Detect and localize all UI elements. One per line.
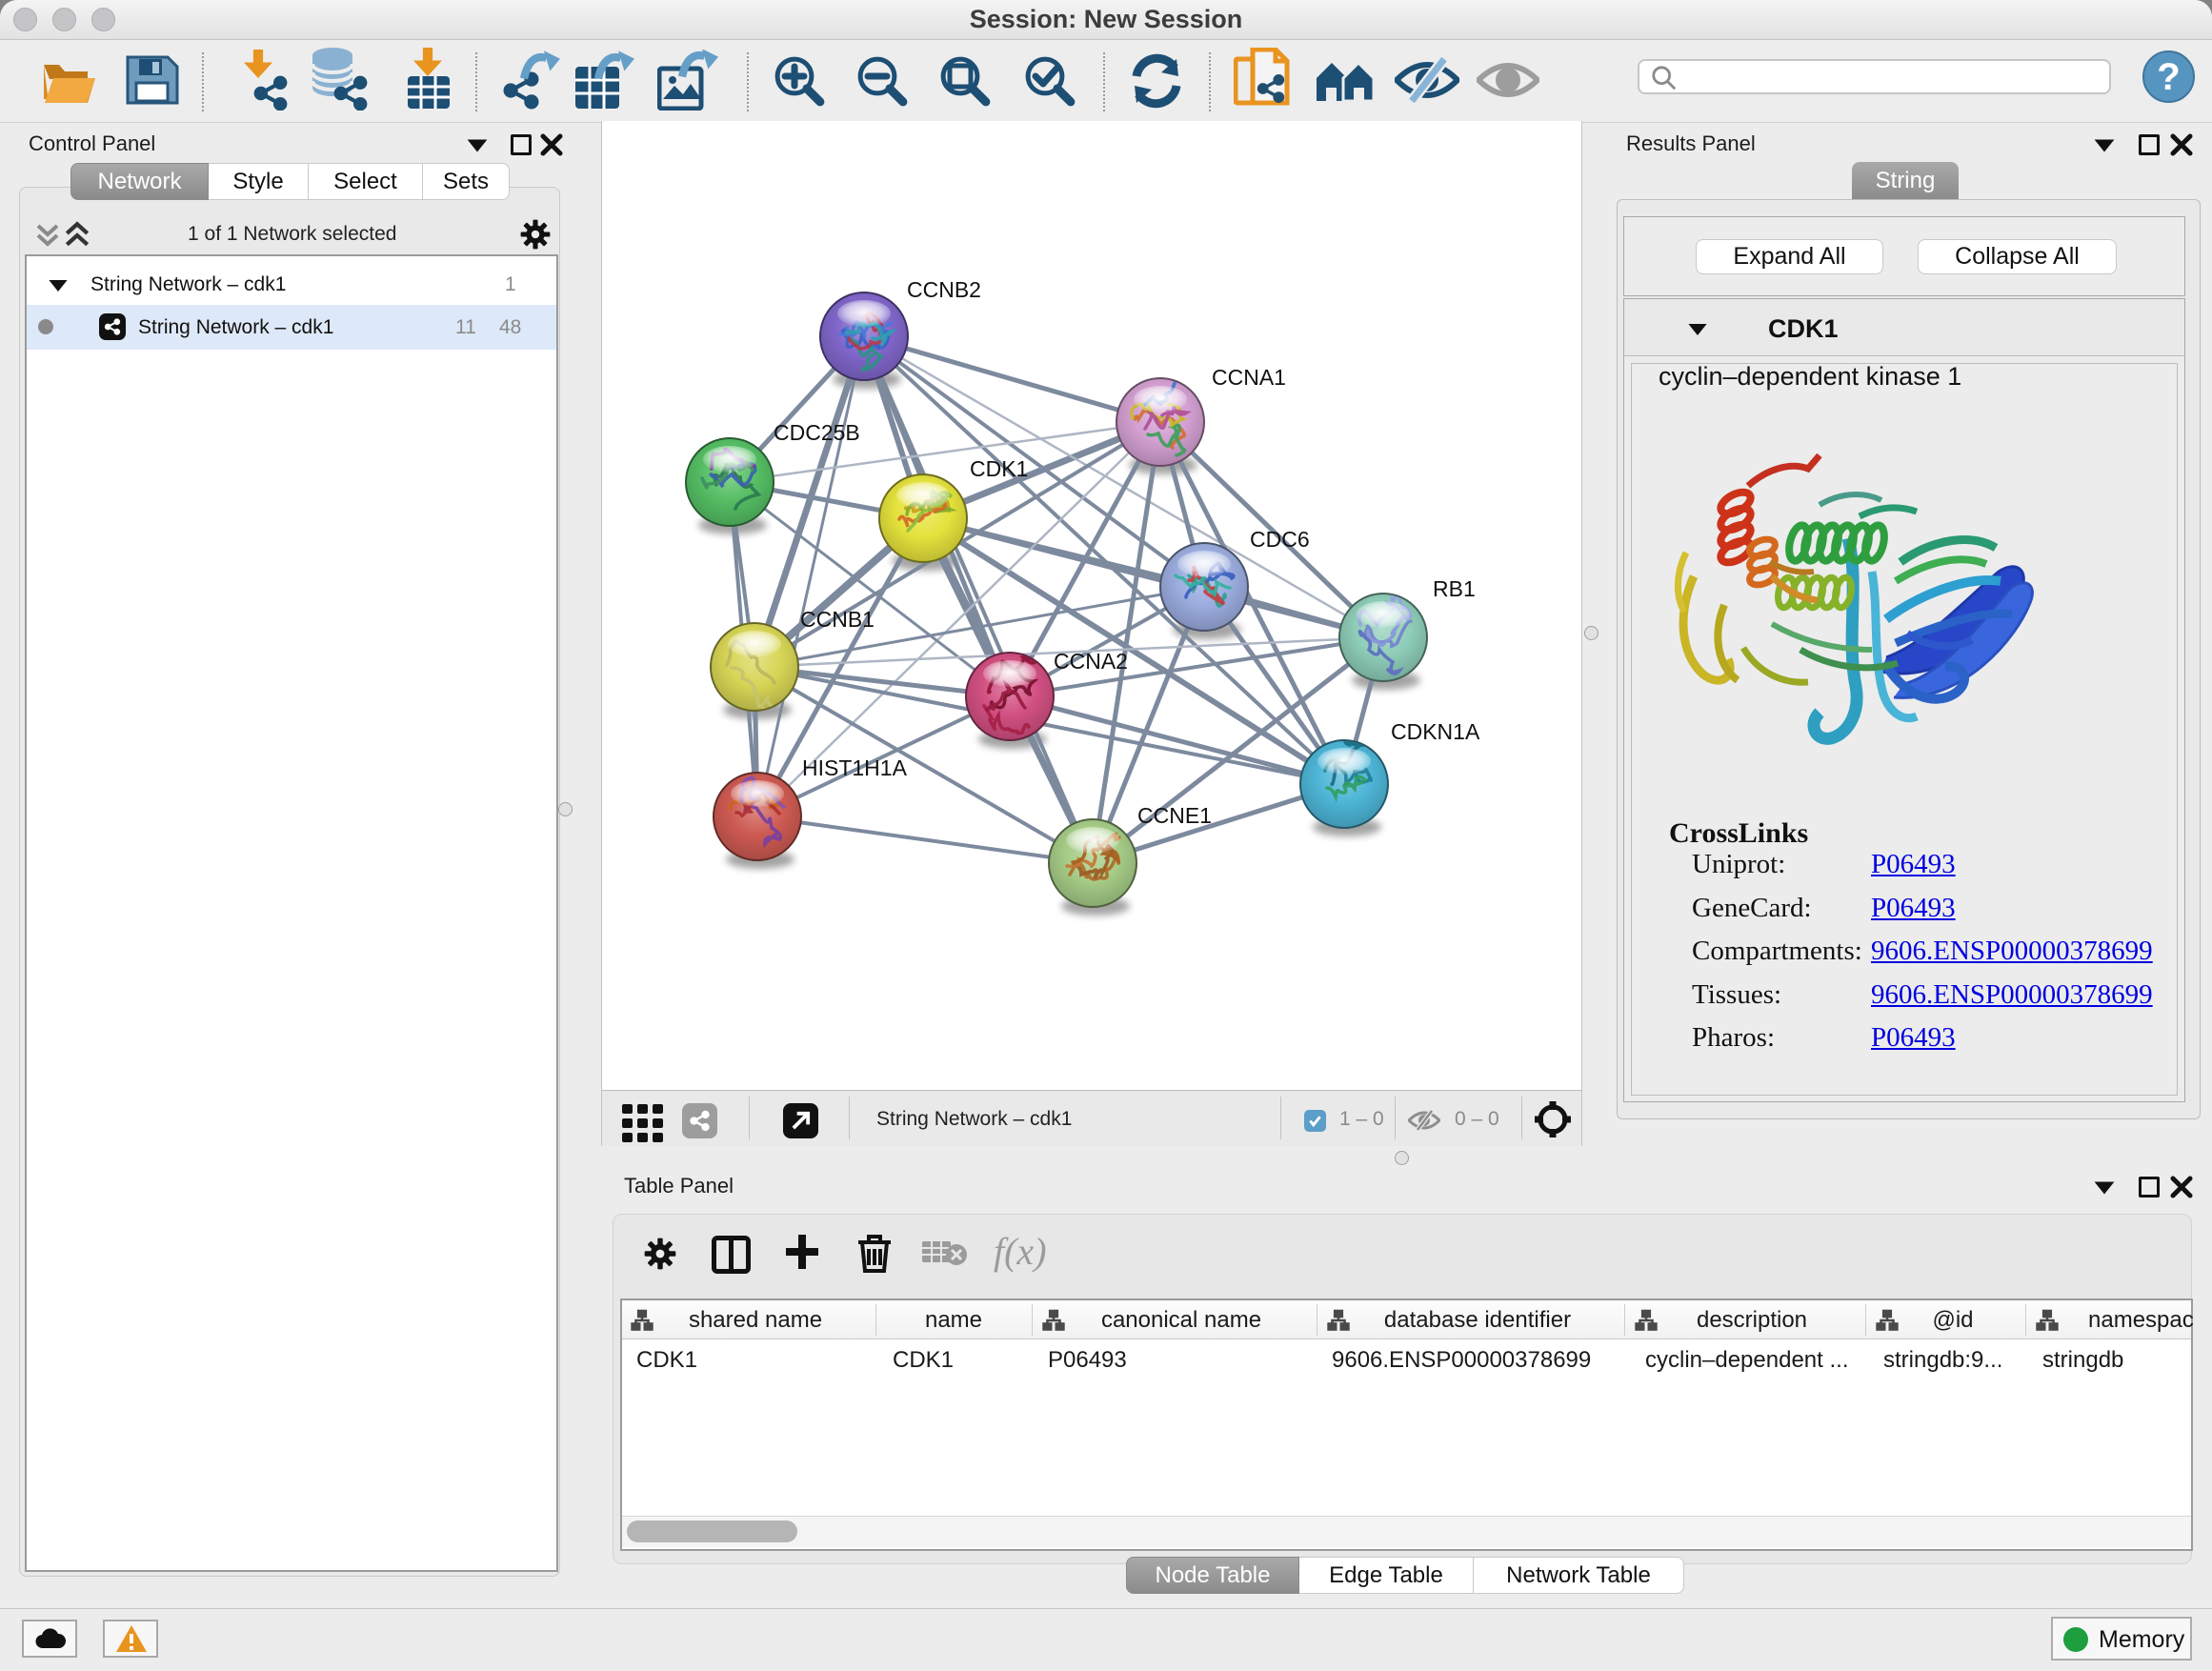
svg-text:CDC25B: CDC25B [774,420,860,445]
svg-text:CCNA1: CCNA1 [1212,365,1286,390]
svg-text:RB1: RB1 [1433,576,1476,601]
svg-text:CCNB1: CCNB1 [800,607,875,632]
svg-text:CCNE1: CCNE1 [1137,803,1212,828]
svg-text:CCNB2: CCNB2 [907,277,981,302]
svg-text:CDC6: CDC6 [1250,527,1310,552]
svg-text:CCNA2: CCNA2 [1054,649,1128,674]
svg-text:CDK1: CDK1 [970,456,1028,481]
svg-text:HIST1H1A: HIST1H1A [802,755,908,780]
svg-text:CDKN1A: CDKN1A [1391,719,1480,744]
